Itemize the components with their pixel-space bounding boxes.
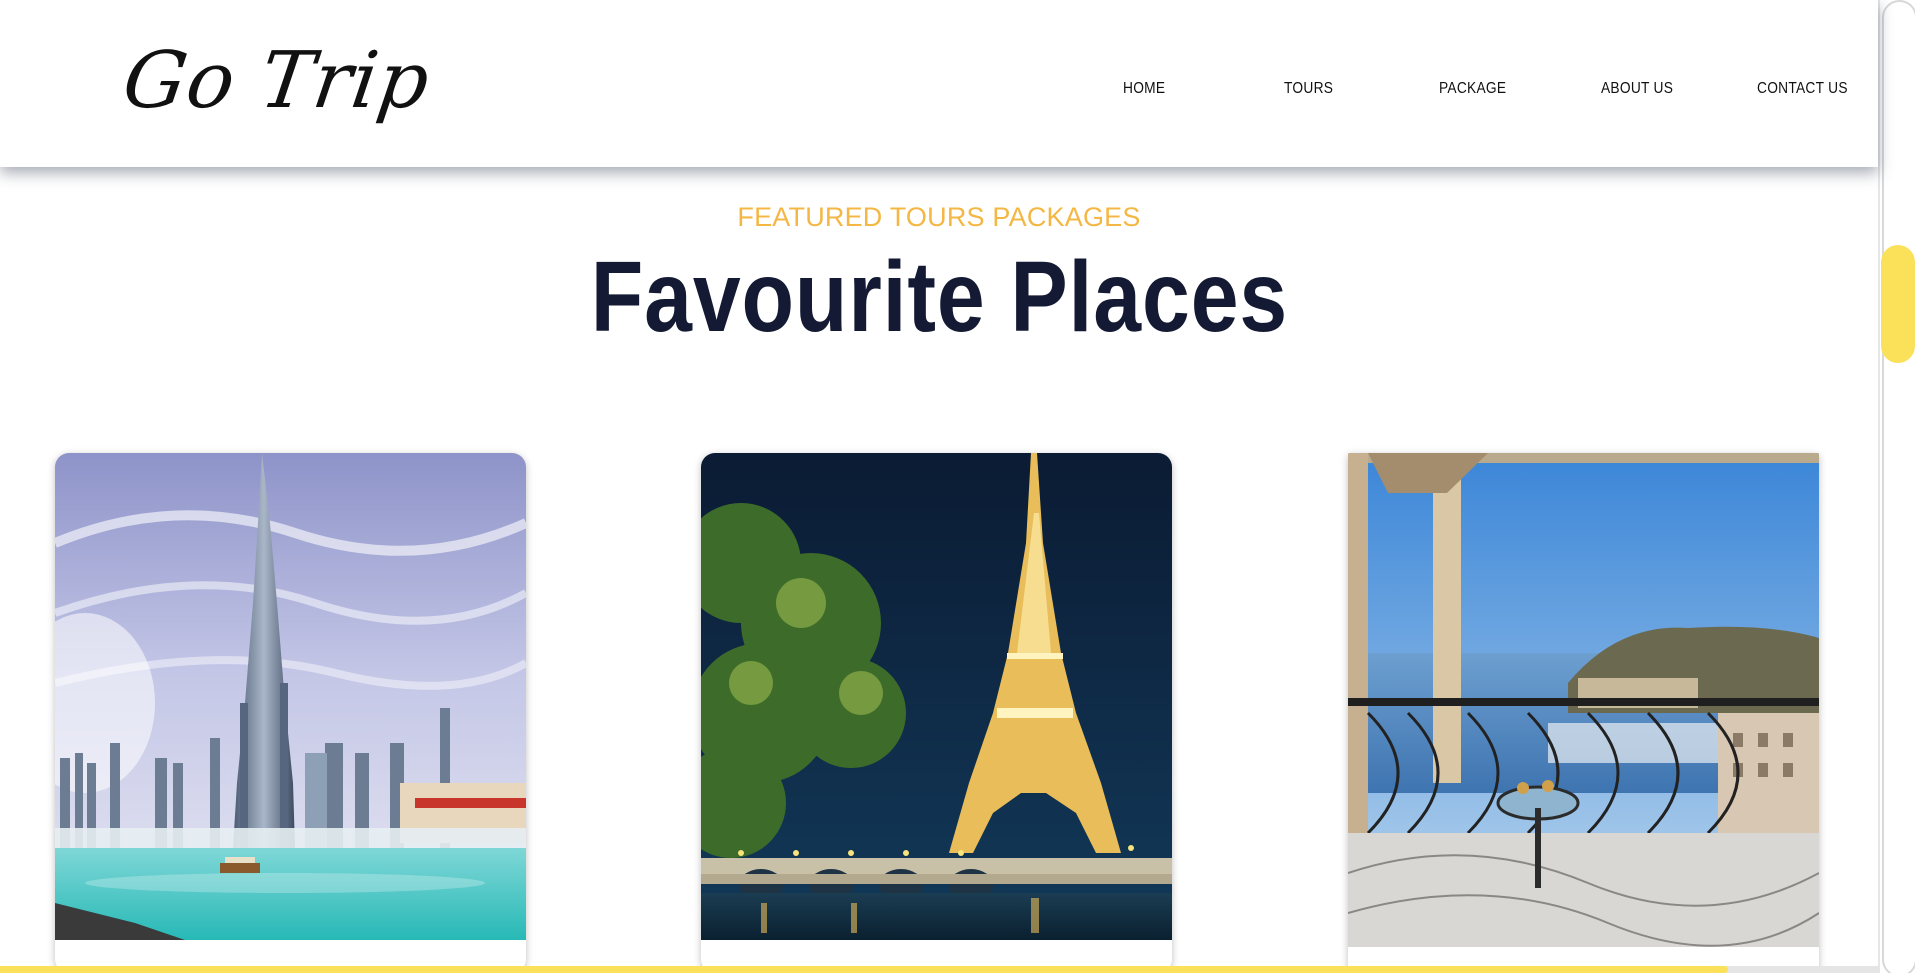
place-image-monaco: [1348, 453, 1819, 947]
nav-home-link[interactable]: HOME: [1123, 80, 1165, 98]
scroll-progress-bar: [0, 966, 1878, 973]
place-card-monaco[interactable]: [1348, 453, 1819, 973]
eiffel-tower-illustration: [701, 453, 1172, 940]
nav-tours-link[interactable]: TOURS: [1284, 80, 1333, 98]
place-card-paris[interactable]: [701, 453, 1172, 973]
page-scrollbar[interactable]: [1878, 0, 1915, 973]
nav-package-link[interactable]: PACKAGE: [1439, 80, 1506, 98]
place-image-dubai: [55, 453, 526, 940]
page-scrollbar-thumb[interactable]: [1881, 245, 1915, 363]
place-image-paris: [701, 453, 1172, 940]
monaco-balcony-illustration: [1348, 453, 1819, 947]
nav-about-link[interactable]: ABOUT US: [1601, 80, 1673, 98]
site-header: Go Trip HOME TOURS PACKAGE ABOUT US CONT…: [0, 0, 1878, 167]
section-title-text: Favourite Places: [590, 241, 1288, 353]
section-eyebrow: FEATURED TOURS PACKAGES: [737, 202, 1141, 232]
main-nav: HOME TOURS PACKAGE ABOUT US CONTACT US: [0, 80, 1878, 102]
burj-khalifa-illustration: [55, 453, 526, 940]
nav-contact-link[interactable]: CONTACT US: [1757, 80, 1848, 98]
section-title: Favourite Places: [0, 240, 1878, 355]
place-card-dubai[interactable]: [55, 453, 526, 973]
scroll-progress-fill: [0, 966, 1728, 973]
